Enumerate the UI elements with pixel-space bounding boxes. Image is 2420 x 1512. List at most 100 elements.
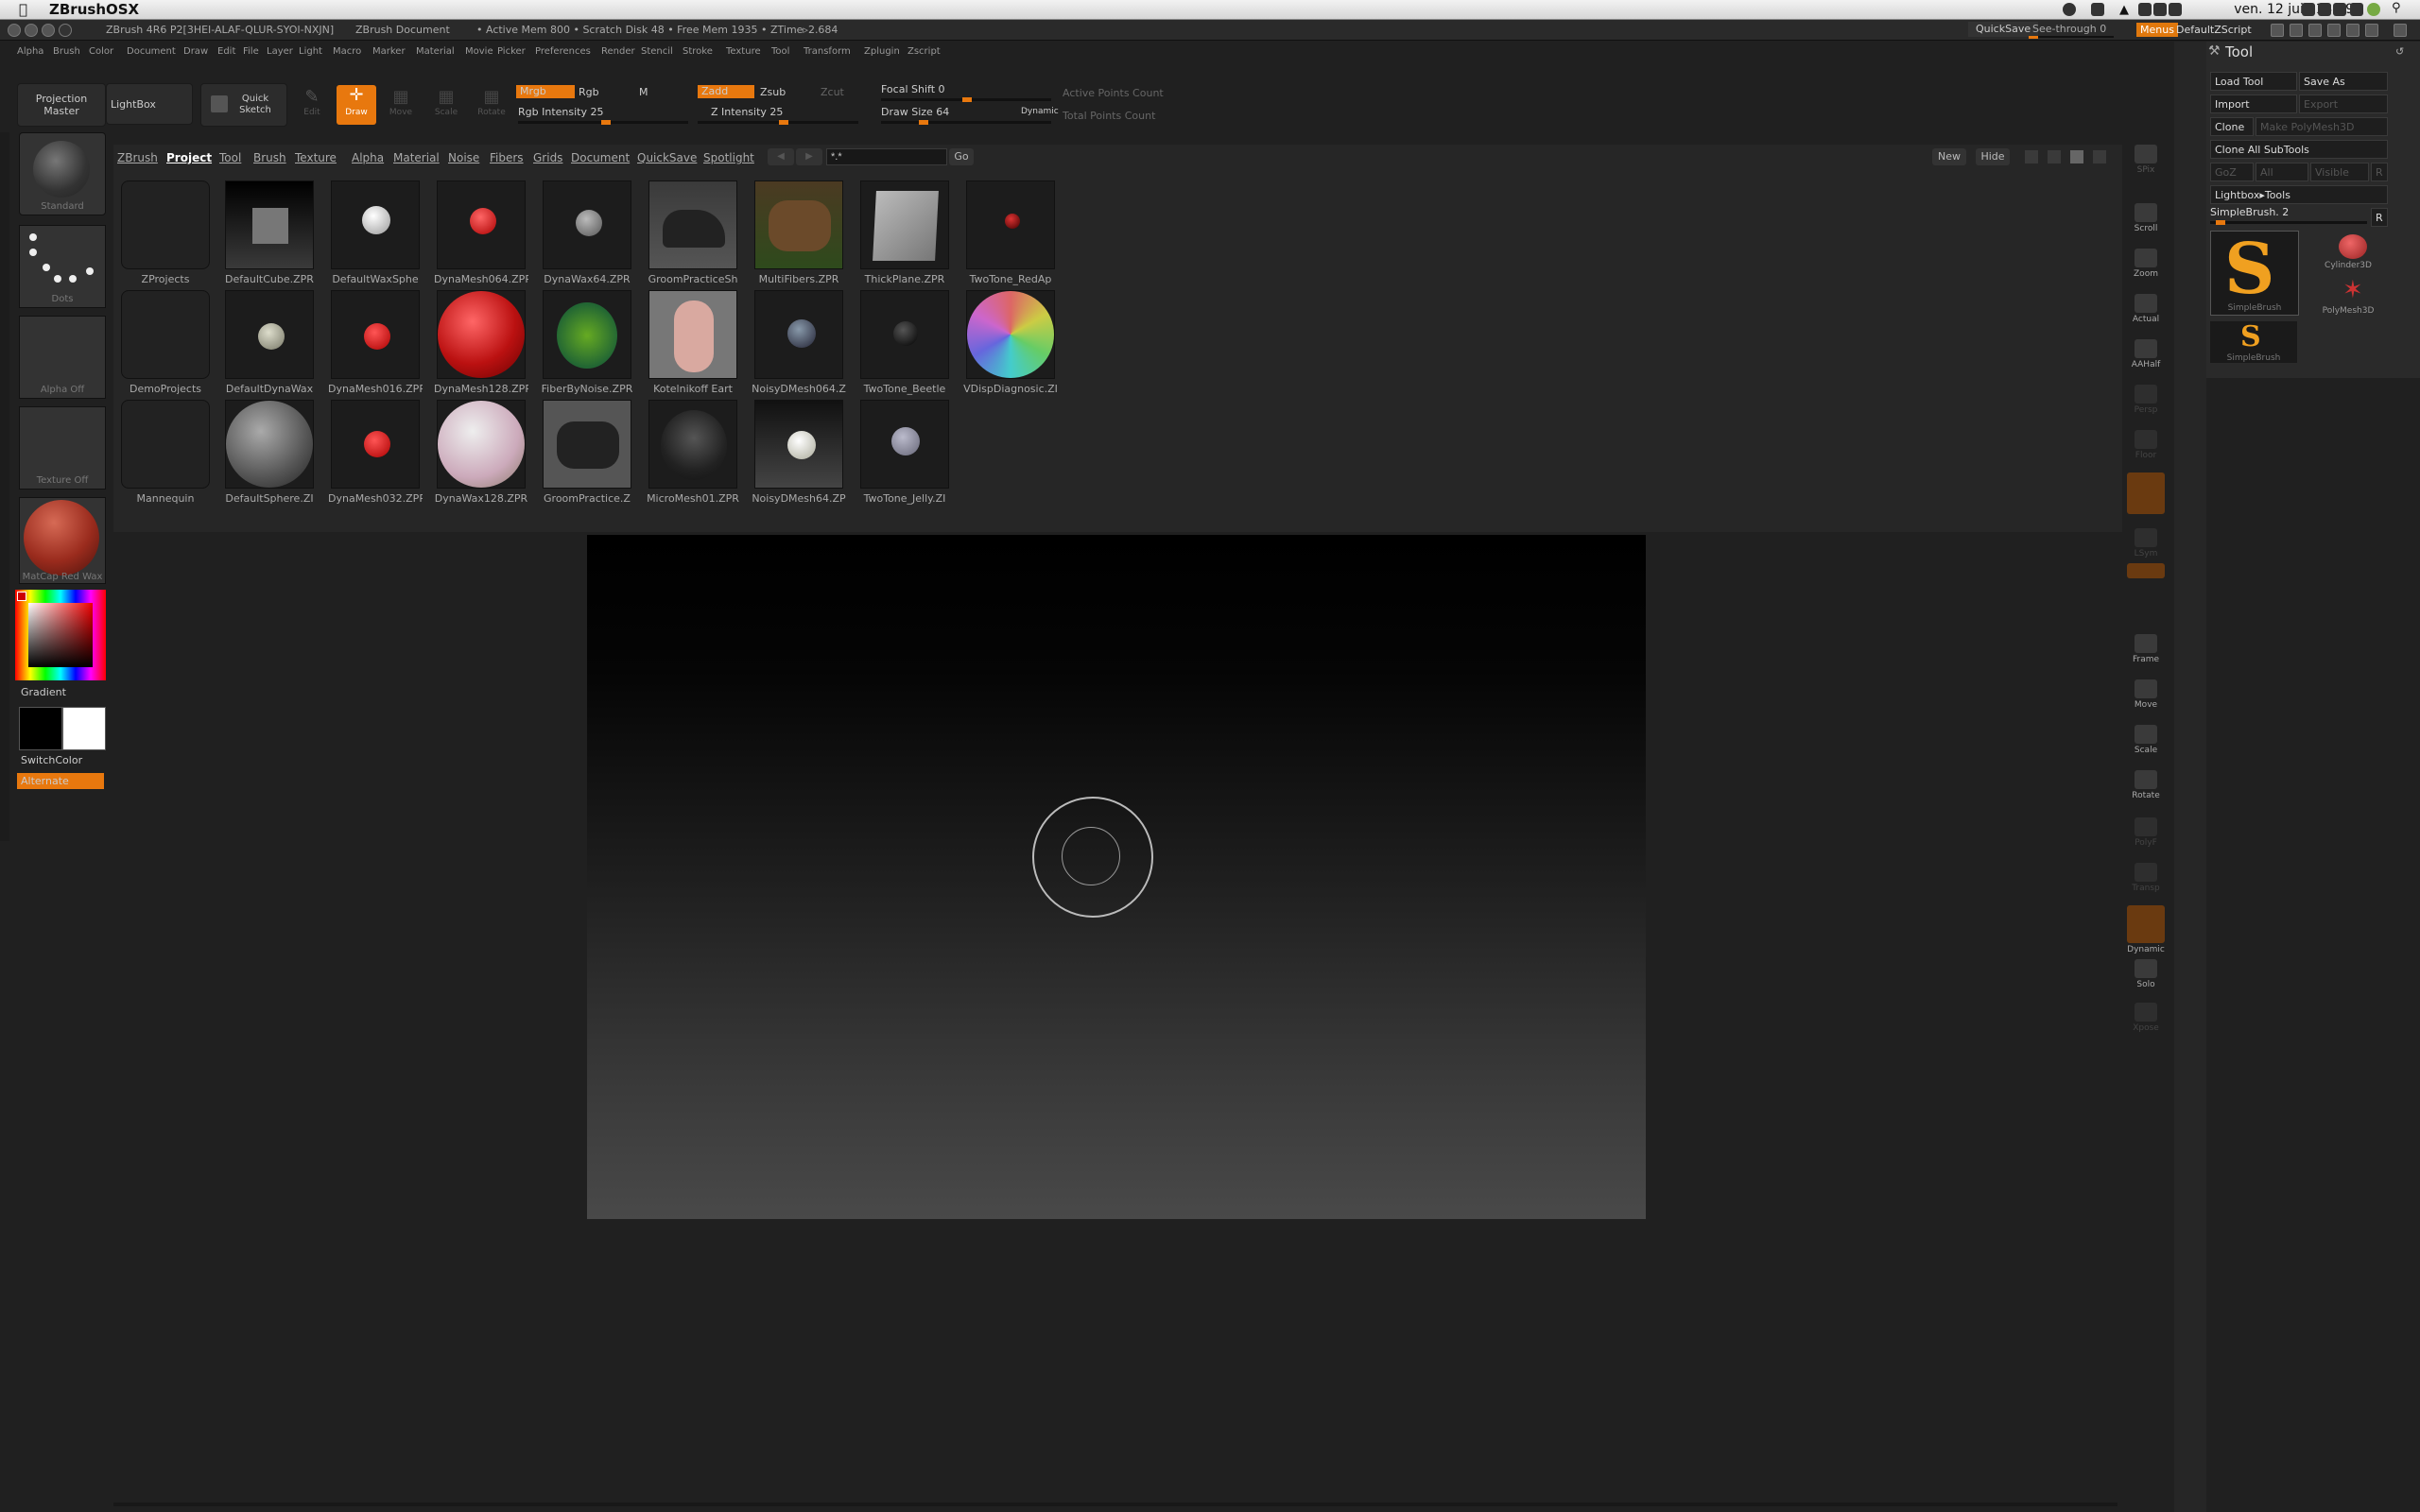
rgb-intensity-slider[interactable]: Rgb Intensity 25 <box>518 106 603 118</box>
lightbox-tab-fibers[interactable]: Fibers <box>490 151 524 164</box>
export-button[interactable]: Export <box>2299 94 2388 113</box>
make-polymesh-button[interactable]: Make PolyMesh3D <box>2256 117 2388 136</box>
profile-icon[interactable] <box>2367 3 2380 16</box>
menu-file[interactable]: File <box>243 46 259 57</box>
project-thumbnail[interactable] <box>225 290 314 379</box>
project-thumbnail[interactable] <box>543 290 631 379</box>
alternate-button[interactable]: Alternate <box>17 773 104 789</box>
menu-alpha[interactable]: Alpha <box>17 46 43 57</box>
new-button[interactable]: New <box>1932 148 1966 165</box>
import-button[interactable]: Import <box>2210 94 2297 113</box>
menu-zscript[interactable]: Zscript <box>908 46 941 57</box>
rgb-intensity-track[interactable] <box>518 120 688 125</box>
prev-arrow-icon[interactable]: ◀ <box>768 148 794 165</box>
menu-draw[interactable]: Draw <box>183 46 208 57</box>
lightbox-tab-zbrush[interactable]: ZBrush <box>117 151 158 164</box>
eject-icon[interactable]: ▲ <box>2119 3 2133 17</box>
menu-layer[interactable]: Layer <box>267 46 293 57</box>
project-thumbnail[interactable] <box>966 290 1055 379</box>
hide-button[interactable]: Hide <box>1976 148 2010 165</box>
m-button[interactable]: M <box>639 86 648 98</box>
lightbox-tab-project[interactable]: Project <box>166 151 212 164</box>
dynamic-button[interactable]: Dynamic <box>1021 107 1059 116</box>
menu-transform[interactable]: Transform <box>804 46 851 57</box>
menu-brush[interactable]: Brush <box>53 46 80 57</box>
stroke-thumbnail[interactable]: Dots <box>19 225 106 308</box>
scroll-button[interactable]: Scroll <box>2127 200 2165 240</box>
r-button[interactable]: R <box>2371 163 2388 181</box>
lightbox-tab-noise[interactable]: Noise <box>448 151 479 164</box>
project-thumbnail[interactable] <box>754 290 843 379</box>
simplebrush-tool-thumbnail[interactable]: S SimpleBrush <box>2210 231 2299 316</box>
clone-button[interactable]: Clone <box>2210 117 2254 136</box>
quick-sketch-button[interactable]: Quick Sketch <box>200 83 287 127</box>
project-thumbnail[interactable] <box>754 400 843 489</box>
menu-stroke[interactable]: Stroke <box>683 46 713 57</box>
draw-button[interactable]: ✛ Draw <box>337 85 376 125</box>
layout-icon-6[interactable] <box>2365 24 2378 37</box>
menu-texture[interactable]: Texture <box>726 46 761 57</box>
folder-icon[interactable] <box>121 400 210 489</box>
app-name[interactable]: ZBrushOSX <box>49 1 139 18</box>
spotlight-icon[interactable]: ⚲ <box>2392 1 2405 15</box>
lsym-button[interactable]: LSym <box>2127 525 2165 565</box>
view-detail-icon[interactable] <box>2093 150 2106 163</box>
lightbox-tab-grids[interactable]: Grids <box>533 151 562 164</box>
zadd-button[interactable]: Zadd <box>698 85 754 98</box>
folder-icon[interactable] <box>121 180 210 269</box>
switch-color-button[interactable]: SwitchColor <box>21 754 82 766</box>
menu-movie[interactable]: Movie <box>465 46 493 57</box>
user-icon[interactable] <box>2318 3 2331 16</box>
volume-icon[interactable] <box>2169 3 2182 16</box>
lightbox-tab-quicksave[interactable]: QuickSave <box>637 151 697 164</box>
project-thumbnail[interactable] <box>331 290 420 379</box>
scale-view-button[interactable]: Scale <box>2127 722 2165 762</box>
lightbox-search-input[interactable] <box>826 148 947 165</box>
edit-button[interactable]: ✎ Edit <box>293 87 331 127</box>
clone-all-subtools-button[interactable]: Clone All SubTools <box>2210 140 2388 159</box>
project-thumbnail[interactable] <box>966 180 1055 269</box>
brush-thumbnail[interactable]: Standard <box>19 132 106 215</box>
lightbox-tab-alpha[interactable]: Alpha <box>352 151 384 164</box>
color-square[interactable] <box>28 603 93 667</box>
goz-button[interactable]: GoZ <box>2210 163 2254 181</box>
layout-icon-2[interactable] <box>2290 24 2303 37</box>
project-thumbnail[interactable] <box>331 180 420 269</box>
lightbox-button[interactable]: LightBox <box>106 83 193 125</box>
hand-icon[interactable] <box>59 24 72 37</box>
zcut-button[interactable]: Zcut <box>821 86 844 98</box>
secondary-color-swatch[interactable] <box>19 707 62 750</box>
see-through-track[interactable] <box>2029 36 2114 39</box>
draw-size-track[interactable] <box>881 120 1051 125</box>
layout-icon-4[interactable] <box>2327 24 2341 37</box>
lightbox-tab-texture[interactable]: Texture <box>295 151 337 164</box>
see-through-slider[interactable]: See-through 0 <box>2032 23 2106 35</box>
quicksave-button[interactable]: QuickSave <box>1968 22 2039 37</box>
xyz-button[interactable] <box>2127 563 2165 603</box>
mrgb-button[interactable]: Mrgb <box>516 85 575 98</box>
window-icon[interactable] <box>2091 3 2104 16</box>
lightbox-tab-tool[interactable]: Tool <box>219 151 241 164</box>
menu-render[interactable]: Render <box>601 46 635 57</box>
z-intensity-slider[interactable]: Z Intensity 25 <box>711 106 783 118</box>
menu-zplugin[interactable]: Zplugin <box>864 46 900 57</box>
scale-button[interactable]: ▦ Scale <box>427 87 465 127</box>
zsub-button[interactable]: Zsub <box>760 86 786 98</box>
polymesh3d-tool-thumbnail[interactable]: ✶ PolyMesh3D <box>2310 276 2386 318</box>
bottom-tray[interactable] <box>113 1503 2118 1506</box>
floor-button[interactable]: Floor <box>2127 427 2165 467</box>
menu-tool[interactable]: Tool <box>771 46 789 57</box>
xpose-button[interactable]: Xpose <box>2127 1000 2165 1040</box>
view-small-icon[interactable] <box>2025 150 2038 163</box>
menu-edit[interactable]: Edit <box>217 46 235 57</box>
visible-button[interactable]: Visible <box>2310 163 2369 181</box>
layout-icon-5[interactable] <box>2346 24 2360 37</box>
menu-macro[interactable]: Macro <box>333 46 361 57</box>
project-thumbnail[interactable] <box>648 180 737 269</box>
menu-color[interactable]: Color <box>89 46 113 57</box>
rgb-button[interactable]: Rgb <box>579 86 599 98</box>
project-thumbnail[interactable] <box>437 290 526 379</box>
project-thumbnail[interactable] <box>648 400 737 489</box>
lightbox-tab-spotlight[interactable]: Spotlight <box>703 151 754 164</box>
window-icon[interactable] <box>2394 24 2407 37</box>
